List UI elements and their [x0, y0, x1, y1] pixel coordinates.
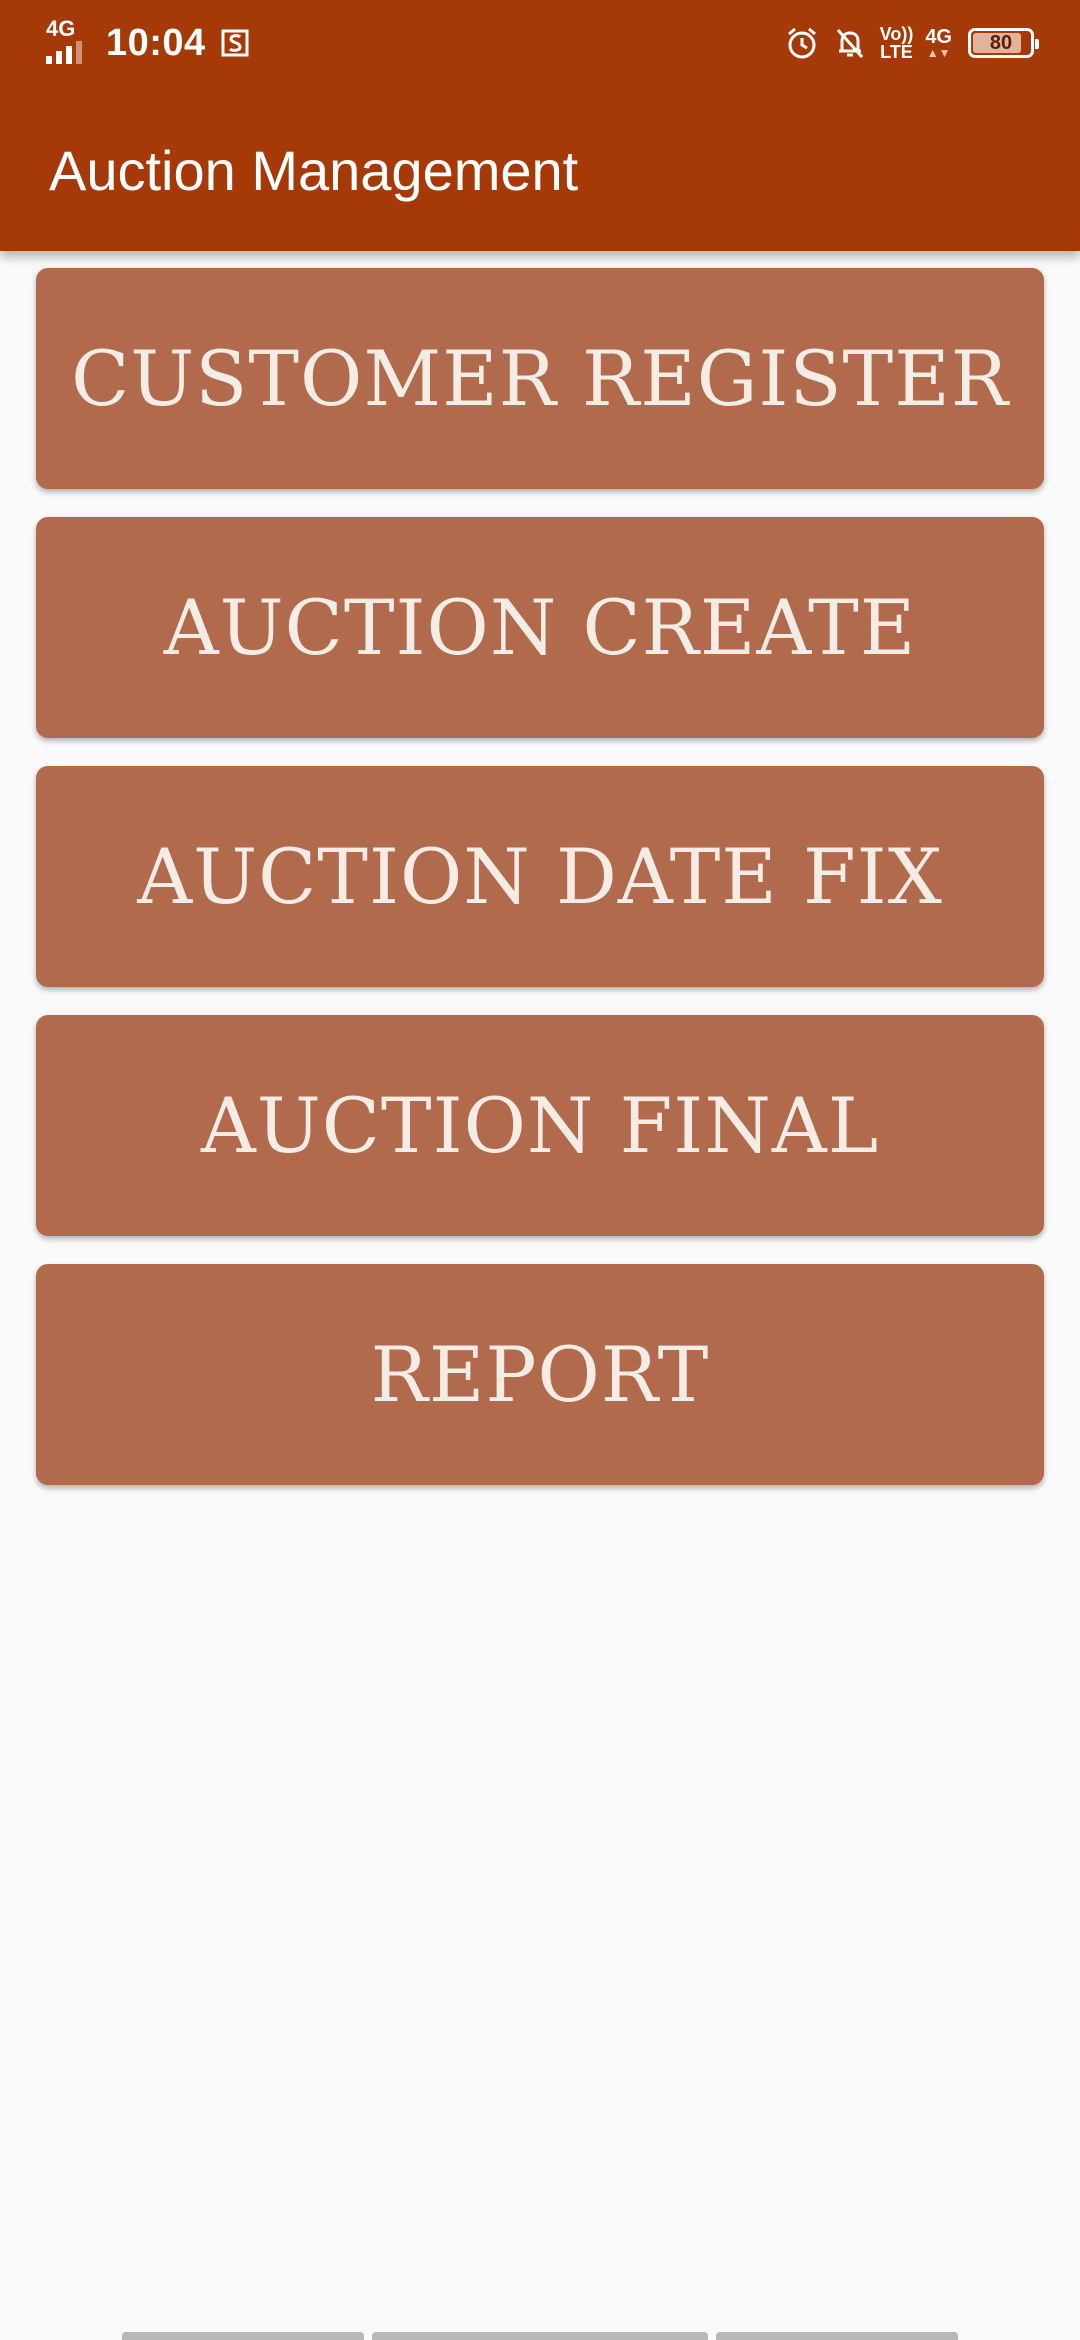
auction-date-fix-button[interactable]: AUCTION DATE FIX [36, 766, 1044, 987]
notifications-off-icon [836, 29, 863, 58]
report-button[interactable]: REPORT [36, 1264, 1044, 1485]
clock-time: 10:04 [106, 21, 206, 64]
signal-icon: 4G [46, 18, 94, 68]
nav-segment [716, 2332, 958, 2340]
signal-bars [46, 41, 82, 64]
app-bar: Auction Management [0, 86, 1080, 251]
auction-create-button[interactable]: AUCTION CREATE [36, 517, 1044, 738]
auction-final-button[interactable]: AUCTION FINAL [36, 1015, 1044, 1236]
volte-top-label: Vo)) [879, 24, 914, 44]
volte-icon: Vo)) LTE [880, 25, 914, 61]
customer-register-button[interactable]: CUSTOMER REGISTER [36, 268, 1044, 489]
volte-bottom-label: LTE [880, 42, 913, 62]
nav-segment [122, 2332, 364, 2340]
screenshot-s-icon [221, 29, 249, 57]
page-title: Auction Management [49, 139, 579, 202]
nav-segment [372, 2332, 708, 2340]
app-header: 4G 10:04 Vo)) LTE 4G ▲▼ 80 Auction Manag… [0, 0, 1080, 251]
network-type-label: 4G [46, 16, 76, 41]
alarm-icon [787, 27, 816, 59]
status-bar-left: 4G 10:04 [46, 18, 250, 68]
data-network-indicator: 4G ▲▼ [925, 27, 952, 59]
battery-level: 80 [989, 31, 1013, 54]
data-arrows-icon: ▲▼ [926, 46, 951, 60]
battery-icon: 80 [968, 28, 1039, 58]
main-menu: CUSTOMER REGISTER AUCTION CREATE AUCTION… [36, 268, 1044, 1513]
status-bar-right: Vo)) LTE 4G ▲▼ 80 [784, 20, 1039, 66]
status-bar: 4G 10:04 Vo)) LTE 4G ▲▼ 80 [0, 0, 1080, 86]
navigation-gesture-bar[interactable] [0, 2330, 1080, 2340]
data-network-label: 4G [925, 26, 952, 48]
